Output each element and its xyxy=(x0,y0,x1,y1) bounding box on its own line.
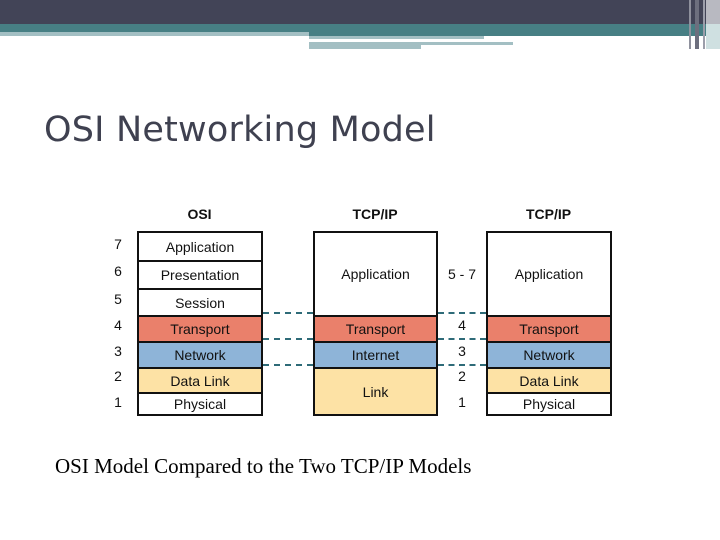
tcpip-4layer-stack: Application Transport Internet Link xyxy=(313,231,438,416)
slide-caption: OSI Model Compared to the Two TCP/IP Mod… xyxy=(55,454,472,478)
layer-range-number: 5 - 7 xyxy=(447,266,476,282)
tcpip-layer-link: Link xyxy=(315,367,436,414)
osi-layer-number: 5 xyxy=(114,291,122,307)
header-stripe xyxy=(309,45,421,49)
dashed-connector xyxy=(438,364,486,366)
dashed-connector xyxy=(263,338,313,340)
tcpip-layer-transport: Transport xyxy=(315,315,436,341)
osi-layer-network: Network xyxy=(139,341,261,367)
osi-layer-number: 2 xyxy=(114,368,122,384)
header-bar xyxy=(0,0,720,24)
tcpip5-layer-transport: Transport xyxy=(488,315,610,341)
osi-layer-physical: Physical xyxy=(139,392,261,414)
slide-title: OSI Networking Model xyxy=(44,110,436,150)
tcpip5-layer-application: Application xyxy=(488,233,610,315)
tcpip-4layer-heading: TCP/IP xyxy=(352,206,398,222)
tcpip-5layer-stack: Application Transport Network Data Link … xyxy=(486,231,612,416)
dashed-connector xyxy=(263,364,313,366)
osi-layer-number: 1 xyxy=(114,394,122,410)
tcpip5-layer-physical: Physical xyxy=(488,392,610,414)
header-vertical-stripe xyxy=(695,0,699,49)
header-light-strip xyxy=(0,32,309,36)
dashed-connector xyxy=(263,312,313,314)
tcpip5-layer-network: Network xyxy=(488,341,610,367)
osi-layer-transport: Transport xyxy=(139,315,261,341)
tcpip-layer-application: Application xyxy=(315,233,436,315)
tcpip-layer-internet: Internet xyxy=(315,341,436,367)
dashed-connector xyxy=(438,312,486,314)
osi-layer-number: 7 xyxy=(114,236,122,252)
header-vertical-stripe xyxy=(703,0,705,49)
osi-stack: Application Presentation Session Transpo… xyxy=(137,231,263,416)
osi-layer-presentation: Presentation xyxy=(139,260,261,288)
osi-layer-data-link: Data Link xyxy=(139,367,261,392)
layer-number: 4 xyxy=(458,317,466,333)
tcpip-5layer-heading: TCP/IP xyxy=(525,206,572,222)
dashed-connector xyxy=(438,338,486,340)
layer-number: 2 xyxy=(458,368,466,384)
header-vertical-stripe xyxy=(706,24,720,49)
osi-heading: OSI xyxy=(187,206,212,222)
header-accent-bar xyxy=(0,24,720,32)
osi-layer-number: 6 xyxy=(114,263,122,279)
layer-number: 3 xyxy=(458,343,466,359)
osi-layer-application: Application xyxy=(139,233,261,260)
tcpip5-layer-data-link: Data Link xyxy=(488,367,610,392)
osi-layer-number: 4 xyxy=(114,317,122,333)
osi-layer-number: 3 xyxy=(114,343,122,359)
layer-number: 1 xyxy=(458,394,466,410)
header-vertical-stripe xyxy=(689,0,691,49)
osi-layer-session: Session xyxy=(139,288,261,315)
